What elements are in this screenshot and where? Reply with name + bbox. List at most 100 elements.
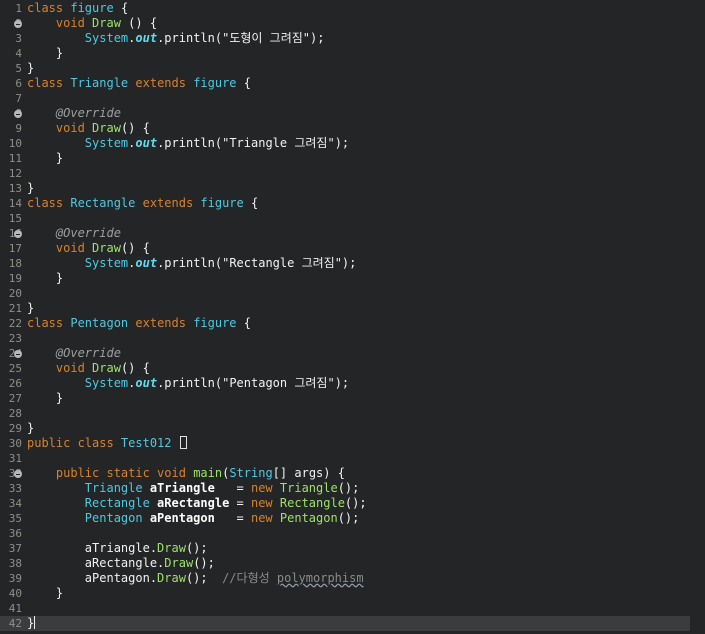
code-line[interactable]: 41	[0, 601, 690, 616]
code-line[interactable]: 2 void Draw () {	[0, 16, 690, 31]
line-number: 5	[15, 62, 22, 75]
code-text: void Draw() {	[27, 241, 150, 256]
line-number: 14	[8, 197, 22, 210]
code-line[interactable]: 32 public static void main(String[] args…	[0, 466, 690, 481]
code-token: }	[27, 391, 64, 405]
code-line[interactable]: 26 System.out.println("Pentagon 그려짐");	[0, 376, 690, 391]
code-line[interactable]: 4 }	[0, 46, 690, 61]
code-line[interactable]: 10 System.out.println("Triangle 그려짐");	[0, 136, 690, 151]
code-line[interactable]: 8 @Override	[0, 106, 690, 121]
code-token: aRectangle.	[27, 556, 165, 570]
code-line[interactable]: 30 public class Test012	[0, 436, 690, 451]
code-line[interactable]: 35 Pentagon aPentagon = new Pentagon();	[0, 511, 690, 526]
code-token: polymorphism	[276, 571, 364, 585]
code-token: new	[250, 511, 280, 525]
code-token: figure	[70, 1, 114, 15]
code-line[interactable]: 7	[0, 91, 690, 106]
code-line[interactable]: 40 }	[0, 586, 690, 601]
code-line[interactable]: 16 @Override	[0, 226, 690, 241]
code-text: Pentagon aPentagon = new Pentagon();	[27, 511, 360, 526]
code-editor[interactable]: 1 class figure {2 void Draw () {3 System.…	[0, 0, 705, 634]
code-line[interactable]: 9 void Draw() {	[0, 121, 690, 136]
code-text: @Override	[27, 106, 121, 121]
code-line[interactable]: 5}	[0, 61, 690, 76]
code-line[interactable]: 3 System.out.println("도형이 그려짐");	[0, 31, 690, 46]
code-text: }	[27, 391, 63, 406]
code-token: Draw	[157, 541, 186, 555]
line-number: 35	[8, 512, 22, 525]
code-line[interactable]: 25 void Draw() {	[0, 361, 690, 376]
code-line[interactable]: 20	[0, 286, 690, 301]
code-line[interactable]: 13}	[0, 181, 690, 196]
code-token: out	[135, 256, 158, 270]
code-token: () {	[120, 361, 150, 375]
code-text: Triangle aTriangle = new Triangle();	[27, 481, 360, 496]
code-line[interactable]: 38 aRectangle.Draw();	[0, 556, 690, 571]
code-line[interactable]: 23	[0, 331, 690, 346]
code-line[interactable]: 17 void Draw() {	[0, 241, 690, 256]
code-token: figure	[193, 76, 237, 90]
code-token: aPentagon	[149, 511, 215, 525]
code-line[interactable]: 28	[0, 406, 690, 421]
line-number: 17	[8, 242, 22, 255]
line-number: 37	[8, 542, 22, 555]
code-token: Pentagon	[84, 511, 150, 525]
fold-toggle-icon[interactable]	[14, 20, 22, 28]
code-token: Pentagon	[279, 511, 338, 525]
line-number: 33	[8, 482, 22, 495]
bracket-match-icon	[179, 436, 187, 449]
code-line[interactable]: 24 @Override	[0, 346, 690, 361]
code-token: String	[229, 466, 273, 480]
code-token: aPentagon.	[27, 571, 158, 585]
code-text: @Override	[27, 346, 121, 361]
fold-toggle-icon[interactable]	[14, 470, 22, 478]
line-number: 31	[8, 452, 22, 465]
code-token: extends	[142, 196, 201, 210]
vertical-scrollbar[interactable]	[690, 0, 705, 634]
line-number: 40	[8, 587, 22, 600]
code-line[interactable]: 12	[0, 166, 690, 181]
code-line[interactable]: 42}	[0, 616, 690, 631]
code-line[interactable]: 27 }	[0, 391, 690, 406]
code-line[interactable]: 22 class Pentagon extends figure {	[0, 316, 690, 331]
code-line[interactable]: 6 class Triangle extends figure {	[0, 76, 690, 91]
code-line[interactable]: 36	[0, 526, 690, 541]
code-text: public static void main(String[] args) {	[27, 466, 345, 481]
code-line[interactable]: 39 aPentagon.Draw(); //다형성 polymorphism	[0, 571, 690, 586]
code-token: ();	[185, 571, 223, 585]
code-text: }	[27, 181, 34, 196]
code-token: Triangle	[70, 76, 136, 90]
code-line[interactable]: 18 System.out.println("Rectangle 그려짐");	[0, 256, 690, 271]
code-line[interactable]: 33 Triangle aTriangle = new Triangle();	[0, 481, 690, 496]
fold-toggle-icon[interactable]	[14, 230, 22, 238]
code-line[interactable]: 1 class figure {	[0, 1, 690, 16]
code-line[interactable]: 29}	[0, 421, 690, 436]
line-number: 41	[8, 602, 22, 615]
code-token: System	[84, 31, 129, 45]
code-line[interactable]: 21}	[0, 301, 690, 316]
code-token: extends	[135, 316, 194, 330]
code-token: =	[214, 511, 251, 525]
text-caret	[34, 616, 36, 629]
code-token: .println("	[157, 31, 230, 45]
fold-toggle-icon[interactable]	[14, 350, 22, 358]
code-line[interactable]: 34 Rectangle aRectangle = new Rectangle(…	[0, 496, 690, 511]
code-text: @Override	[27, 226, 121, 241]
code-token: () {	[120, 241, 150, 255]
code-line[interactable]: 11 }	[0, 151, 690, 166]
code-token: //다형성	[222, 571, 277, 585]
fold-toggle-icon[interactable]	[14, 110, 22, 118]
code-line[interactable]: 19 }	[0, 271, 690, 286]
code-token: Rectangle	[84, 496, 158, 510]
code-token: Triangle	[279, 481, 338, 495]
code-token: {	[113, 1, 129, 15]
code-line[interactable]: 31	[0, 451, 690, 466]
line-number: 3	[15, 32, 22, 45]
code-line[interactable]: 15	[0, 211, 690, 226]
code-token: public static void	[55, 466, 194, 480]
code-token: ();	[185, 541, 208, 555]
code-line[interactable]: 14 class Rectangle extends figure {	[0, 196, 690, 211]
code-line[interactable]: 37 aTriangle.Draw();	[0, 541, 690, 556]
